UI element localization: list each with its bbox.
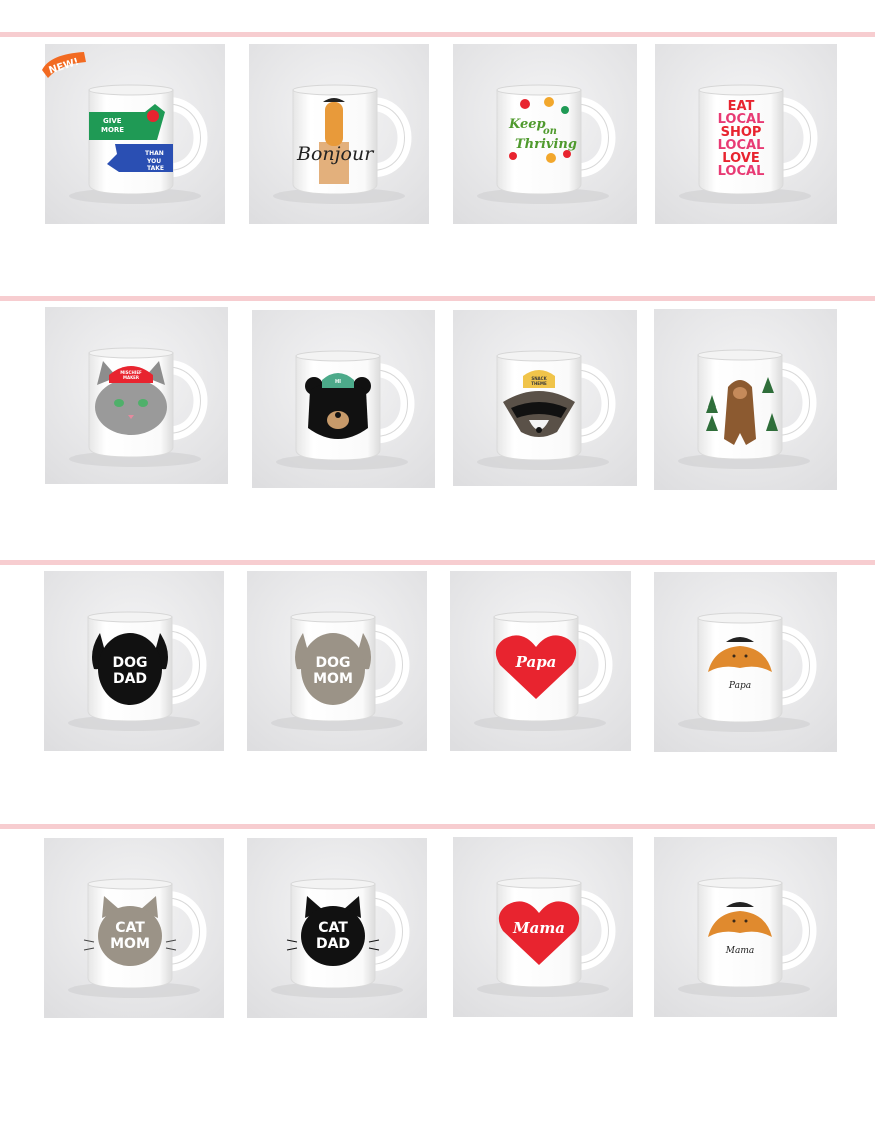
mug-text: Mama (725, 946, 754, 956)
mug-text: Papa (515, 653, 557, 671)
product-tile-papa-heart[interactable]: Papa (450, 571, 631, 751)
mug-text: DAD (113, 671, 147, 687)
mug-text: Thriving (515, 137, 577, 152)
mug-text: CAT (318, 920, 348, 936)
row-divider (0, 560, 875, 565)
mug-text: MAKER (123, 375, 139, 380)
mug-text: Papa (728, 681, 751, 691)
mug-image: SNACK THEME (453, 310, 637, 486)
product-tile-dog-mom[interactable]: DOG MOM (247, 571, 427, 751)
mug-text: CAT (115, 920, 145, 936)
mug-text: HI (335, 379, 341, 385)
mug-text: THAN (145, 150, 164, 157)
mug-text: Keep (508, 117, 546, 132)
mug-text: Mama (512, 919, 565, 937)
mug-text: Bonjour (296, 143, 375, 165)
mug-text: LOCAL (718, 164, 765, 179)
mug-text: DOG (112, 655, 147, 671)
mug-text: GIVE (103, 117, 122, 125)
product-tile-raccoon-hat[interactable]: SNACK THEME (453, 310, 637, 486)
mug-image (654, 309, 837, 490)
mug-text: on (543, 126, 557, 137)
product-tile-keep-on-thriving[interactable]: Keep on Thriving (453, 44, 637, 224)
mug-image: HI (252, 310, 435, 488)
mug-image: Bonjour (249, 44, 429, 224)
mug-text: MORE (101, 126, 124, 134)
mug-image: Mama (453, 837, 633, 1017)
product-tile-cat-mom[interactable]: CAT MOM (44, 838, 224, 1018)
mug-image: EAT LOCAL SHOP LOCAL LOVE LOCAL (655, 44, 837, 224)
product-tile-cat-dad[interactable]: CAT DAD (247, 838, 427, 1018)
mug-image: Papa (450, 571, 631, 751)
row-divider (0, 32, 875, 37)
mug-image: Keep on Thriving (453, 44, 637, 224)
row-divider (0, 824, 875, 829)
mug-text: DAD (316, 936, 350, 952)
new-badge: NEW! (42, 52, 86, 78)
product-tile-cat-hat[interactable]: MISCHIEF MAKER (45, 307, 228, 484)
mug-text: MOM (313, 671, 353, 687)
product-tile-bigfoot[interactable] (654, 309, 837, 490)
product-tile-bonjour[interactable]: Bonjour (249, 44, 429, 224)
mug-image: Mama (654, 837, 837, 1017)
mug-image: DOG MOM (247, 571, 427, 751)
mug-text: TAKE (147, 165, 164, 172)
product-tile-bear-hat[interactable]: HI (252, 310, 435, 488)
product-tile-eat-local[interactable]: EAT LOCAL SHOP LOCAL LOVE LOCAL (655, 44, 837, 224)
mug-image: CAT MOM (44, 838, 224, 1018)
mug-text: YOU (146, 158, 161, 165)
mug-text: THEME (531, 381, 547, 386)
product-tile-mama-heart[interactable]: Mama (453, 837, 633, 1017)
mug-image: MISCHIEF MAKER (45, 307, 228, 484)
product-tile-mama-croissant[interactable]: Mama (654, 837, 837, 1017)
mug-image: DOG DAD (44, 571, 224, 751)
mug-text: MOM (110, 936, 150, 952)
mug-image: CAT DAD (247, 838, 427, 1018)
product-tile-dog-dad[interactable]: DOG DAD (44, 571, 224, 751)
mug-image: Papa (654, 572, 837, 752)
product-tile-papa-croissant[interactable]: Papa (654, 572, 837, 752)
mug-text: DOG (315, 655, 350, 671)
row-divider (0, 296, 875, 301)
